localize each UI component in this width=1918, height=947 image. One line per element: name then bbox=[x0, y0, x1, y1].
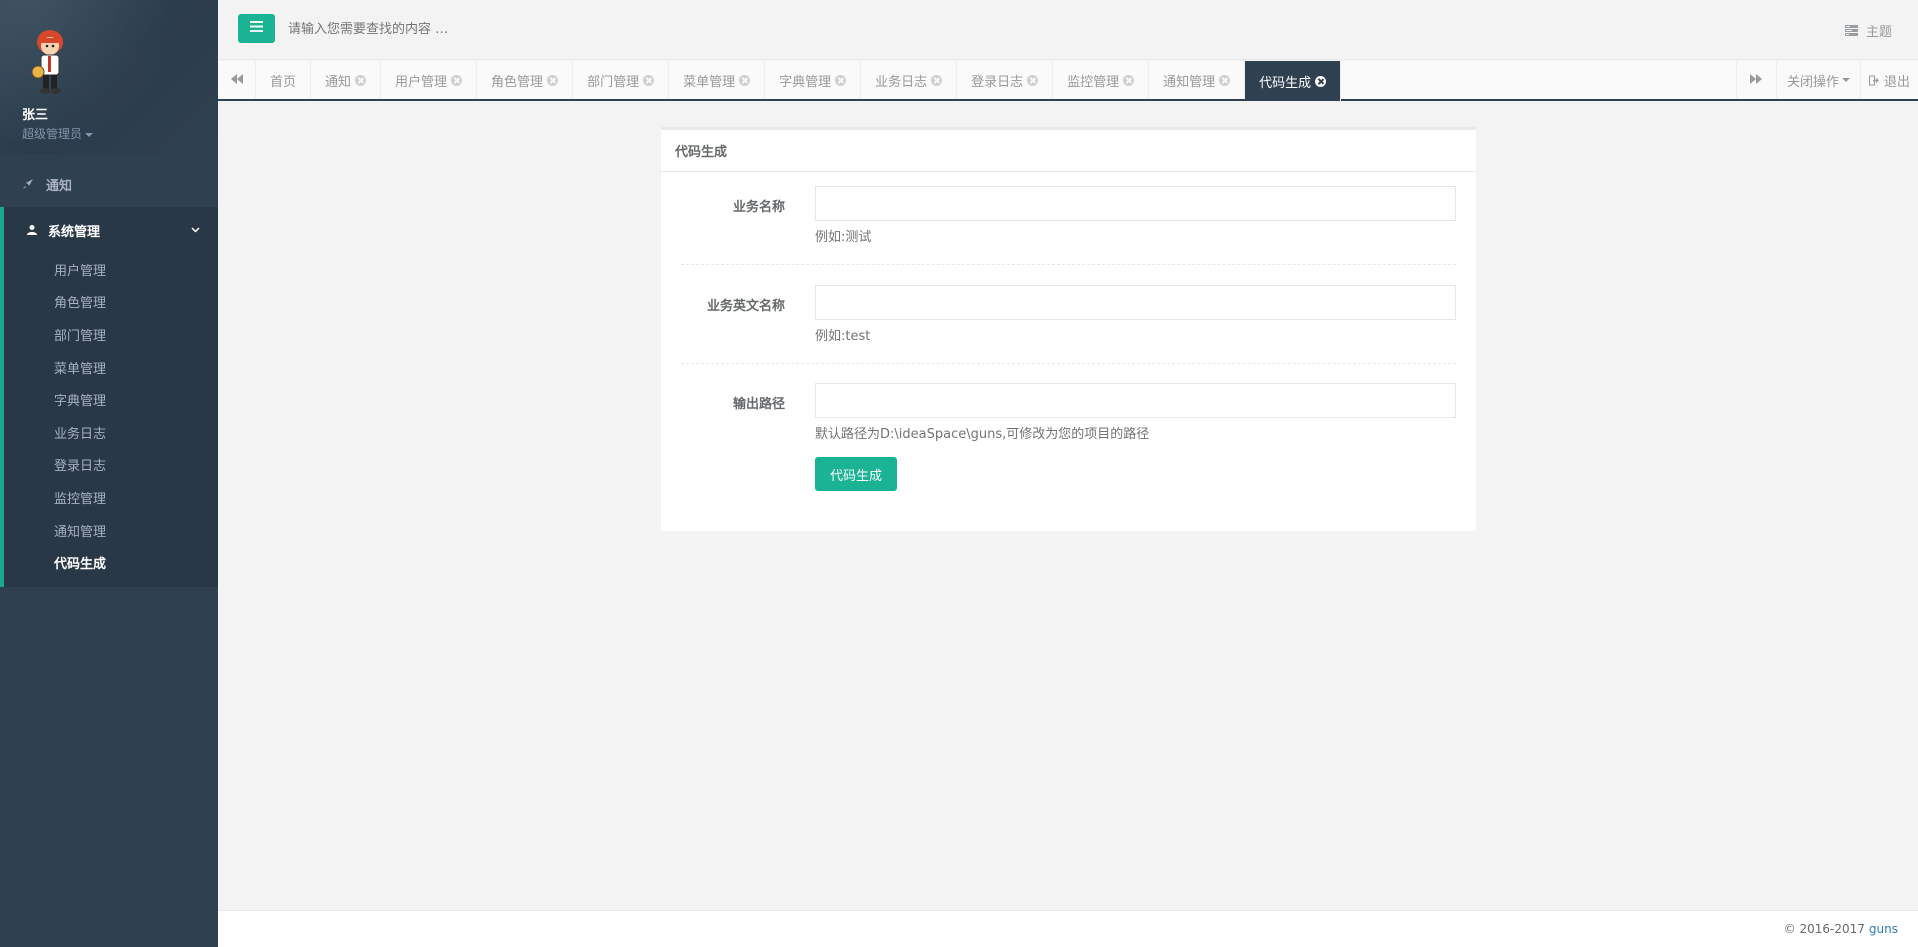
tabs-scroll-right-button[interactable] bbox=[1735, 61, 1776, 99]
tab-label: 部门管理 bbox=[587, 74, 640, 90]
sidebar-submenu: 用户管理 角色管理 部门管理 菜单管理 字典管理 业务日志 登录日志 监控管理 … bbox=[4, 253, 218, 587]
user-profile: 张三 超级管理员 bbox=[0, 0, 218, 155]
biz-name-help: 例如:测试 bbox=[815, 230, 872, 245]
page-tabs: 首页 通知 用户管理 角色管理 部门管理 菜单管理 字典管理 业务日志 登录日志… bbox=[218, 61, 1918, 101]
output-path-label: 输出路径 bbox=[732, 397, 785, 412]
user-role-label: 超级管理员 bbox=[22, 127, 83, 141]
sidebar: 张三 超级管理员 通知 系统管理 用户管理 角色管理 部门管理 菜单管理 字典管… bbox=[0, 0, 218, 947]
caret-down-icon bbox=[85, 132, 94, 137]
biz-name-label: 业务名称 bbox=[732, 200, 785, 215]
panel-title: 代码生成 bbox=[661, 127, 1476, 172]
biz-en-name-input[interactable] bbox=[815, 285, 1456, 320]
sidebar-item-user-manage[interactable]: 用户管理 bbox=[4, 253, 218, 286]
rocket-icon bbox=[22, 178, 36, 190]
tab-monitor[interactable]: 监控管理 bbox=[1053, 61, 1150, 99]
tab-label: 角色管理 bbox=[491, 74, 544, 90]
close-circle-icon[interactable] bbox=[643, 74, 655, 86]
sidebar-item-label: 通知 bbox=[46, 178, 73, 194]
sign-out-icon bbox=[1868, 75, 1880, 86]
backward-icon bbox=[230, 73, 243, 88]
biz-name-input[interactable] bbox=[815, 186, 1456, 221]
tabs-actions: 关闭操作 退出 bbox=[1735, 61, 1918, 99]
sidebar-item-login-log[interactable]: 登录日志 bbox=[4, 449, 218, 482]
sidebar-item-biz-log[interactable]: 业务日志 bbox=[4, 416, 218, 449]
close-operations-label: 关闭操作 bbox=[1786, 74, 1839, 90]
close-circle-icon[interactable] bbox=[547, 74, 559, 86]
form-divider bbox=[681, 363, 1456, 364]
tab-label: 用户管理 bbox=[395, 74, 448, 90]
close-circle-icon[interactable] bbox=[1123, 74, 1135, 86]
tab-label: 菜单管理 bbox=[683, 74, 736, 90]
close-circle-icon[interactable] bbox=[739, 74, 751, 86]
output-path-help: 默认路径为D:\ideaSpace\guns,可修改为您的项目的路径 bbox=[815, 427, 1150, 442]
close-circle-icon[interactable] bbox=[835, 74, 847, 86]
tab-menu-manage[interactable]: 菜单管理 bbox=[669, 61, 766, 99]
biz-en-name-help: 例如:test bbox=[815, 329, 871, 344]
code-gen-panel: 代码生成 业务名称 例如:测试 业务英文名称 例如:test 输出路径 默认路径… bbox=[661, 127, 1476, 531]
tab-label: 首页 bbox=[270, 74, 297, 90]
close-circle-icon[interactable] bbox=[1027, 74, 1039, 86]
tab-label: 业务日志 bbox=[875, 74, 928, 90]
close-operations-dropdown[interactable]: 关闭操作 bbox=[1775, 61, 1860, 99]
copyright-text: © 2016-2017 bbox=[1783, 922, 1865, 936]
sidebar-item-dict-manage[interactable]: 字典管理 bbox=[4, 383, 218, 416]
tab-code-gen[interactable]: 代码生成 bbox=[1245, 61, 1342, 101]
avatar[interactable] bbox=[28, 28, 80, 96]
tabs-scroll-left-button[interactable] bbox=[218, 61, 256, 99]
close-circle-icon[interactable] bbox=[931, 74, 943, 86]
sidebar-item-notice-manage[interactable]: 通知管理 bbox=[4, 514, 218, 547]
sidebar-item-monitor[interactable]: 监控管理 bbox=[4, 481, 218, 514]
hamburger-icon bbox=[250, 21, 263, 36]
tab-biz-log[interactable]: 业务日志 bbox=[861, 61, 958, 99]
user-icon bbox=[26, 224, 40, 236]
user-name: 张三 bbox=[22, 108, 49, 123]
logout-button[interactable]: 退出 bbox=[1859, 61, 1918, 99]
forward-icon bbox=[1750, 73, 1763, 88]
sidebar-group-system: 系统管理 用户管理 角色管理 部门管理 菜单管理 字典管理 业务日志 登录日志 … bbox=[0, 207, 218, 587]
close-circle-icon[interactable] bbox=[355, 74, 367, 86]
tab-label: 通知管理 bbox=[1163, 74, 1216, 90]
sidebar-item-menu-manage[interactable]: 菜单管理 bbox=[4, 351, 218, 384]
caret-down-icon bbox=[1841, 78, 1850, 82]
tasks-icon bbox=[1844, 25, 1858, 36]
footer: © 2016-2017 guns bbox=[218, 910, 1918, 947]
sidebar-group-label: 系统管理 bbox=[48, 224, 101, 240]
close-circle-icon[interactable] bbox=[451, 74, 463, 86]
tab-notice-manage[interactable]: 通知管理 bbox=[1149, 61, 1246, 99]
menu-toggle-button[interactable] bbox=[238, 14, 275, 43]
close-circle-icon[interactable] bbox=[1315, 75, 1327, 87]
tab-notice[interactable]: 通知 bbox=[311, 61, 382, 99]
code-gen-submit-button[interactable]: 代码生成 bbox=[815, 457, 897, 491]
biz-en-name-label: 业务英文名称 bbox=[706, 299, 785, 314]
tab-home[interactable]: 首页 bbox=[256, 61, 312, 99]
tab-label: 通知 bbox=[325, 74, 352, 90]
sidebar-item-dept-manage[interactable]: 部门管理 bbox=[4, 318, 218, 351]
tab-label: 登录日志 bbox=[971, 74, 1024, 90]
tab-dict-manage[interactable]: 字典管理 bbox=[765, 61, 862, 99]
sidebar-item-code-gen[interactable]: 代码生成 bbox=[4, 546, 218, 579]
form-divider bbox=[681, 264, 1456, 265]
top-navbar: 主题 bbox=[218, 0, 1918, 60]
user-role-dropdown[interactable]: 超级管理员 bbox=[22, 125, 196, 142]
sidebar-group-system-toggle[interactable]: 系统管理 bbox=[4, 207, 218, 253]
theme-button[interactable]: 主题 bbox=[1844, 21, 1892, 40]
tab-role-manage[interactable]: 角色管理 bbox=[477, 61, 574, 99]
tab-user-manage[interactable]: 用户管理 bbox=[381, 61, 478, 99]
output-path-input[interactable] bbox=[815, 383, 1456, 418]
theme-label: 主题 bbox=[1865, 25, 1892, 40]
sidebar-item-notice[interactable]: 通知 bbox=[0, 161, 218, 207]
tab-login-log[interactable]: 登录日志 bbox=[957, 61, 1054, 99]
close-circle-icon[interactable] bbox=[1219, 74, 1231, 86]
footer-link-guns[interactable]: guns bbox=[1869, 922, 1898, 936]
tab-label: 代码生成 bbox=[1259, 75, 1312, 91]
chevron-down-icon bbox=[191, 227, 200, 233]
tab-label: 字典管理 bbox=[779, 74, 832, 90]
sidebar-item-role-manage[interactable]: 角色管理 bbox=[4, 286, 218, 319]
logout-label: 退出 bbox=[1883, 74, 1910, 90]
search-input[interactable] bbox=[288, 18, 688, 40]
tab-dept-manage[interactable]: 部门管理 bbox=[573, 61, 670, 99]
tab-label: 监控管理 bbox=[1067, 74, 1120, 90]
